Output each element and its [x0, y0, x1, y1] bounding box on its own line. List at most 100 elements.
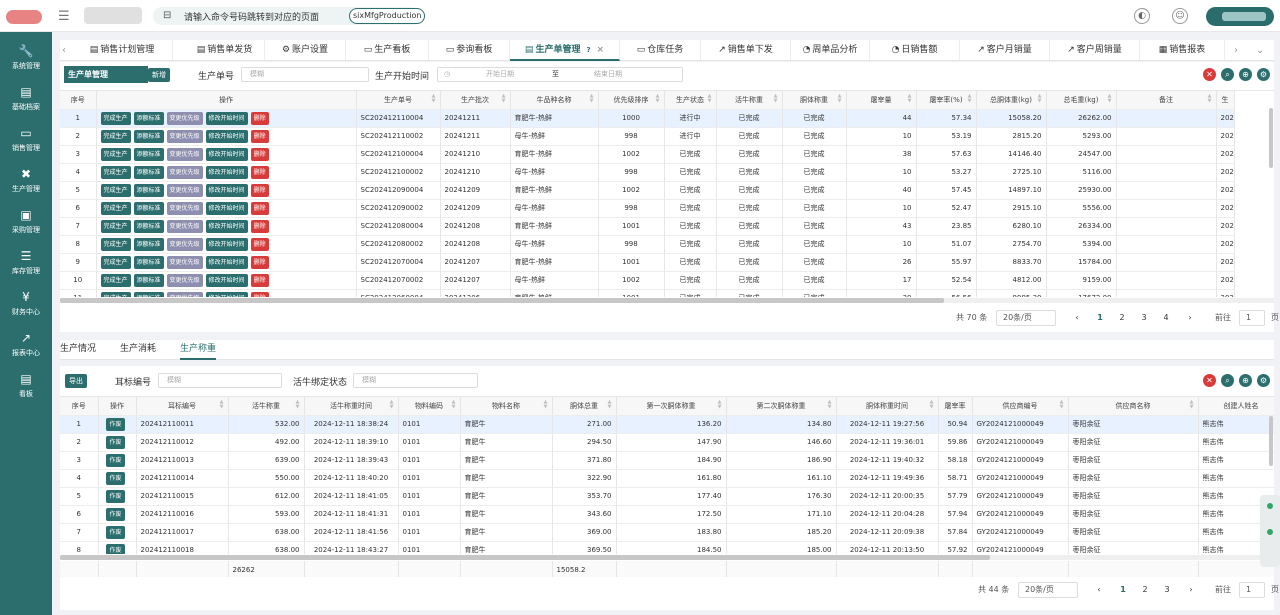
table-row[interactable]: 2 作废 202412110012 492.00 2024-12-11 18:39:10…	[60, 433, 1274, 452]
row-action-button[interactable]: 添额标准	[133, 111, 164, 125]
search-icon[interactable]: ⌕	[1221, 374, 1234, 387]
detail-tab[interactable]: 生产情况	[60, 342, 96, 360]
weighing-grid-hscroll[interactable]	[60, 555, 1274, 560]
column-header[interactable]: 总胴体重(kg) ▲ ▼	[976, 91, 1047, 110]
sort-icon[interactable]: ▲ ▼	[1108, 94, 1112, 104]
tab-item[interactable]: ↗ 客户月销量	[960, 40, 1050, 61]
row-action-button[interactable]: 添额标准	[133, 147, 164, 161]
table-row[interactable]: 1 完成生产 添额标准 变更优先级 修改开始时间 删除 SC202412110004 2024…	[60, 109, 1235, 128]
sort-icon[interactable]: ▲ ▼	[656, 94, 660, 104]
weighing-grid-vscroll[interactable]	[1269, 416, 1273, 466]
sort-icon[interactable]: ▲ ▼	[296, 400, 300, 410]
column-header[interactable]: 优先级排序 ▲ ▼	[598, 91, 665, 110]
sort-icon[interactable]: ▲ ▼	[1190, 400, 1194, 410]
page-number[interactable]: 4	[1159, 310, 1173, 326]
table-row[interactable]: 2 完成生产 添额标准 变更优先级 修改开始时间 删除 SC202412110002 2024…	[60, 127, 1235, 146]
column-header[interactable]: 生产批次 ▲ ▼	[440, 91, 511, 110]
user-menu[interactable]	[1206, 7, 1274, 26]
table-row[interactable]: 6 作废 202412110016 593.00 2024-12-11 18:41:31…	[60, 505, 1274, 524]
void-button[interactable]: 作废	[106, 453, 125, 467]
reset-icon[interactable]: ✕	[1203, 374, 1216, 387]
settings-icon[interactable]: ⚙	[1257, 374, 1270, 387]
tab-item[interactable]: ▭ 参询看板	[429, 40, 510, 61]
sidebar-item[interactable]: ▭ 销售管理	[0, 120, 52, 160]
row-action-button[interactable]: 添额标准	[133, 183, 164, 197]
sidebar-item[interactable]: 🔧 系统管理	[0, 38, 52, 78]
row-action-button[interactable]: 变更优先级	[166, 201, 203, 215]
column-header[interactable]: 创建人姓名▲▼	[1198, 397, 1274, 416]
column-header[interactable]: 操作	[98, 397, 137, 416]
help-icon[interactable]: ?	[586, 46, 590, 54]
table-row[interactable]: 8 完成生产 添额标准 变更优先级 修改开始时间 删除 SC202412080002 2024…	[60, 235, 1235, 254]
row-action-button[interactable]: 添额标准	[133, 201, 164, 215]
column-header[interactable]: 备注 ▲ ▼	[1116, 91, 1217, 110]
close-icon[interactable]: ×	[597, 45, 605, 55]
sidebar-item[interactable]: ▤ 看板	[0, 366, 52, 406]
ear-tag-input[interactable]: 模糊	[158, 373, 282, 388]
sort-icon[interactable]: ▲ ▼	[608, 400, 612, 410]
row-action-button[interactable]: 删除	[250, 111, 269, 125]
row-action-button[interactable]: 删除	[250, 273, 269, 287]
sort-icon[interactable]: ▲ ▼	[502, 94, 506, 104]
table-row[interactable]: 6 完成生产 添额标准 变更优先级 修改开始时间 删除 SC202412090002 2024…	[60, 199, 1235, 218]
reset-icon[interactable]: ✕	[1203, 68, 1216, 81]
row-action-button[interactable]: 修改开始时间	[205, 129, 248, 143]
table-row[interactable]: 1 作废 202412110011 532.00 2024-12-11 18:38:24…	[60, 415, 1274, 434]
row-action-button[interactable]: 添额标准	[133, 255, 164, 269]
command-tag[interactable]: sixMfgProduction	[349, 8, 426, 24]
tab-item[interactable]: ↗ 销售单下发	[701, 40, 791, 61]
page-number[interactable]: 3	[1137, 310, 1151, 326]
sort-icon[interactable]: ▲ ▼	[1208, 94, 1212, 104]
row-action-button[interactable]: 变更优先级	[166, 183, 203, 197]
sort-icon[interactable]: ▲ ▼	[1060, 400, 1064, 410]
sort-icon[interactable]: ▲ ▼	[1038, 94, 1042, 104]
theme-icon[interactable]: ◐	[1134, 8, 1150, 24]
row-action-button[interactable]: 删除	[250, 201, 269, 215]
table-row[interactable]: 5 完成生产 添额标准 变更优先级 修改开始时间 删除 SC202412090004 2024…	[60, 181, 1235, 200]
row-action-button[interactable]: 完成生产	[100, 219, 131, 233]
tab-item[interactable]: ▤ 生产单管理? ×	[510, 40, 620, 61]
column-header[interactable]: 第二次胴体称重 ▲ ▼	[726, 397, 837, 416]
goto-input[interactable]: 1	[1239, 310, 1265, 326]
column-header[interactable]: 供应商编号 ▲ ▼	[972, 397, 1069, 416]
command-search[interactable]: ⊟ 请输入命令号码跳转到对应的页面 sixMfgProduction	[153, 7, 426, 25]
void-button[interactable]: 作废	[106, 543, 125, 554]
row-action-button[interactable]: 完成生产	[100, 147, 131, 161]
sort-icon[interactable]: ▲ ▼	[432, 94, 436, 104]
detail-tab[interactable]: 生产称重	[180, 342, 217, 360]
row-action-button[interactable]: 添额标准	[133, 165, 164, 179]
sidebar-item[interactable]: ✖ 生产管理	[0, 161, 52, 201]
add-button[interactable]: 新增	[148, 68, 170, 82]
tab-item[interactable]: ▭ 仓库任务	[620, 40, 701, 61]
row-action-button[interactable]: 完成生产	[100, 111, 131, 125]
table-row[interactable]: 3 作废 202412110013 639.00 2024-12-11 18:39:43…	[60, 451, 1274, 470]
row-action-button[interactable]: 添额标准	[133, 273, 164, 287]
tab-item[interactable]: ◔ 日销售额	[870, 40, 960, 61]
order-grid-vscroll[interactable]	[1269, 108, 1273, 168]
detail-tab[interactable]: 生产消耗	[120, 342, 156, 360]
assistant-icon[interactable]: ☺	[1172, 8, 1188, 24]
column-header[interactable]: 序号	[60, 91, 97, 110]
row-action-button[interactable]: 变更优先级	[166, 147, 203, 161]
void-button[interactable]: 作废	[106, 507, 125, 521]
bind-status-input[interactable]: 模糊	[353, 373, 478, 388]
sidebar-item[interactable]: ¥ 财务中心	[0, 284, 52, 324]
menu-toggle-icon[interactable]: ☰	[58, 9, 70, 24]
row-action-button[interactable]: 修改开始时间	[205, 147, 248, 161]
page-number[interactable]: 1	[1093, 310, 1107, 326]
pager-next-icon[interactable]: ›	[1184, 582, 1198, 598]
row-action-button[interactable]: 完成生产	[100, 165, 131, 179]
row-action-button[interactable]: 删除	[250, 183, 269, 197]
row-action-button[interactable]: 完成生产	[100, 291, 131, 297]
void-button[interactable]: 作废	[106, 435, 125, 449]
sidebar-item[interactable]: ▤ 基础档案	[0, 79, 52, 119]
tab-item[interactable]: ▦ 销售报表	[1140, 40, 1225, 61]
row-action-button[interactable]: 完成生产	[100, 201, 131, 215]
tab-item[interactable]: ◔ 周单品分析	[791, 40, 870, 61]
row-action-button[interactable]: 完成生产	[100, 237, 131, 251]
row-action-button[interactable]: 删除	[250, 219, 269, 233]
sort-icon[interactable]: ▲ ▼	[968, 94, 972, 104]
sort-icon[interactable]: ▲ ▼	[930, 400, 934, 410]
page-size-select[interactable]: 20条/页	[1018, 582, 1078, 598]
sort-icon[interactable]: ▲ ▼	[390, 400, 394, 410]
